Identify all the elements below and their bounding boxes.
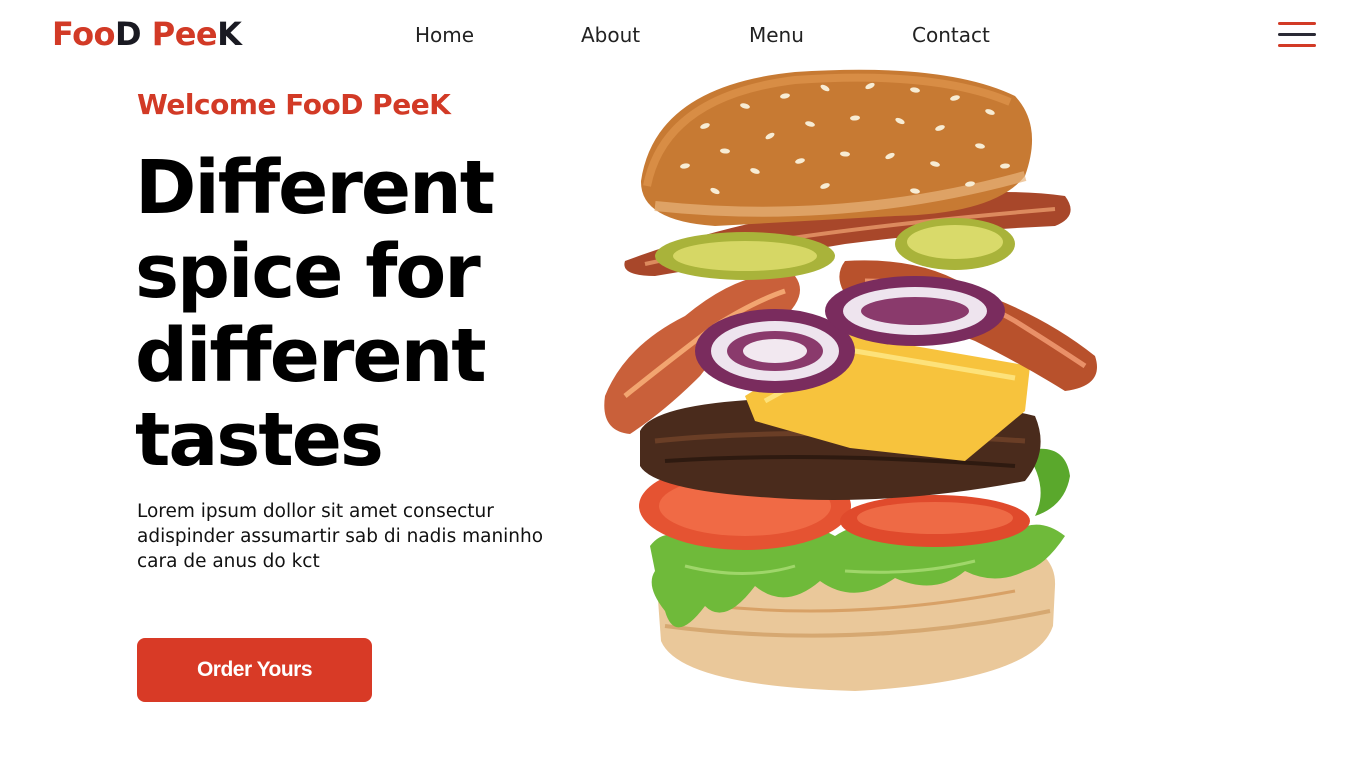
hero-description: Lorem ipsum dollor sit amet consectur ad…: [137, 501, 544, 572]
main-nav: Home About Menu Contact: [0, 20, 1366, 50]
headline-line-2: spice for: [135, 229, 481, 315]
hamburger-line-middle: [1278, 33, 1316, 36]
headline-line-4: tastes: [135, 397, 384, 483]
hamburger-line-top: [1278, 22, 1316, 25]
nav-link-contact[interactable]: Contact: [912, 20, 990, 50]
order-yours-button[interactable]: Order Yours: [137, 638, 372, 702]
nav-link-home[interactable]: Home: [415, 20, 474, 50]
hamburger-icon[interactable]: [1278, 22, 1316, 48]
headline-line-3: different: [135, 313, 487, 399]
nav-link-menu[interactable]: Menu: [749, 20, 804, 50]
burger-image: [604, 69, 1097, 691]
hero-headline: Different spice for different tastes: [135, 146, 575, 482]
headline-line-1: Different: [135, 145, 495, 231]
nav-link-about[interactable]: About: [581, 20, 640, 50]
welcome-heading: Welcome FooD PeeK: [137, 88, 451, 121]
hamburger-line-bottom: [1278, 44, 1316, 47]
